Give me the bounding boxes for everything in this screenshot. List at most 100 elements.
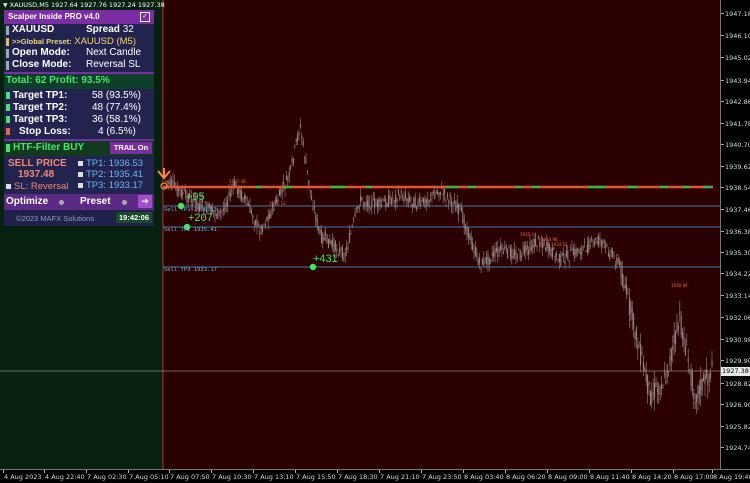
time-axis[interactable]: 4 Aug 2023 4 Aug 22:40 7 Aug 02:30 7 Aug 05… [0, 469, 750, 483]
status-square [6, 92, 10, 99]
candle-body [285, 175, 287, 180]
candle-body [372, 198, 374, 200]
price-label: 1942.86 [725, 98, 750, 106]
candle-body [327, 239, 329, 249]
candle-body [490, 260, 492, 263]
candle-body [483, 258, 485, 267]
candle-body [603, 239, 605, 244]
open-mode-row[interactable]: Open Mode: Next Candle [12, 47, 141, 58]
candle-body [438, 192, 440, 197]
panel-title-bar[interactable]: Scalper Inside PRO v4.0 ✓ [4, 10, 154, 24]
candle-body [633, 314, 635, 329]
candle-body [649, 390, 651, 405]
time-label: 7 Aug 23:50 [422, 473, 462, 481]
candle-body [239, 190, 241, 199]
candle-body [409, 196, 411, 202]
time-label: 8 Aug 11:40 [590, 473, 630, 481]
price-section: SELL PRICE 1937.48 SL: Reversal TP1: 193… [4, 156, 154, 194]
candle-body [316, 218, 318, 227]
sell-price-label: SELL PRICE [8, 158, 67, 169]
candle-body [292, 158, 294, 164]
close-mode-row[interactable]: Close Mode: Reversal SL [12, 59, 140, 70]
candle-body [486, 257, 488, 265]
candle-body [434, 194, 436, 200]
candle-body [679, 311, 681, 315]
candle-body [675, 331, 677, 345]
candle-body [404, 193, 406, 199]
candle-body [515, 251, 517, 260]
candle-body [217, 208, 219, 219]
arrow-right-icon[interactable]: ➔ [138, 195, 152, 208]
profit-label-tp2: +207 [188, 212, 213, 224]
sl-row: SL: Reversal [6, 181, 68, 192]
trail-toggle-button[interactable]: TRAIL On [110, 142, 152, 154]
target-value: 58 (93.5%) [92, 90, 141, 101]
candle-body [329, 239, 331, 244]
close-mode-label: Close Mode: [12, 59, 72, 70]
candle-body [558, 253, 560, 263]
chart-area[interactable]: ▼ XAUUSD,M5 1927.64 1927.76 1927.24 1927.… [0, 0, 720, 469]
candle-body [536, 245, 538, 247]
price-tick [721, 209, 724, 210]
candle-body [371, 200, 373, 207]
price-tick [721, 144, 724, 145]
symbol-row: XAUUSD Spread 32 [12, 24, 134, 35]
candle-body [452, 207, 454, 209]
candle-body [183, 189, 185, 191]
price-tick [721, 80, 724, 81]
candle-body [432, 191, 434, 194]
candle-body [298, 132, 300, 136]
candle-body [676, 321, 678, 333]
candle-body [339, 248, 341, 253]
candle-body [518, 249, 520, 251]
candle-body [568, 260, 570, 262]
price-tick [721, 166, 724, 167]
candle-body [591, 238, 593, 240]
candle-body [220, 212, 222, 214]
candle-body [299, 124, 301, 128]
time-label: 7 Aug 13:10 [254, 473, 294, 481]
optimize-button[interactable]: Optimize [6, 196, 48, 207]
candle-body [215, 215, 217, 217]
candle-body [368, 195, 370, 209]
status-square [6, 116, 10, 123]
price-axis[interactable]: 1947.18 1946.10 1945.02 1943.94 1942.86 1941.… [720, 0, 750, 469]
global-preset-row[interactable]: >>Global Preset: XAUUSD (M5) [12, 36, 136, 47]
candle-body [463, 219, 465, 228]
candle-body [689, 369, 691, 371]
candle-body [257, 223, 259, 225]
candle-body [390, 198, 392, 205]
candle-body [523, 245, 525, 254]
candle-body [397, 189, 399, 194]
candle-body [544, 247, 546, 250]
price-tick [721, 447, 724, 448]
candle-body [570, 250, 572, 252]
candle-body [655, 382, 657, 387]
candle-body [281, 189, 283, 193]
candle-body [628, 297, 630, 316]
candle-body [477, 259, 479, 266]
mt4-chart-window: ▼ XAUUSD,M5 1927.64 1927.76 1927.24 1927.… [0, 0, 750, 483]
tp-square [78, 172, 83, 177]
candle-body [413, 197, 415, 209]
preset-button[interactable]: Preset [80, 196, 111, 207]
panel-checkbox[interactable]: ✓ [140, 12, 150, 22]
candle-body [439, 191, 441, 195]
candle-body [572, 248, 574, 255]
candle-body [701, 379, 703, 391]
candle-body [644, 368, 646, 372]
time-label: 8 Aug 06:20 [506, 473, 546, 481]
candle-body [392, 197, 394, 199]
candle-body [708, 374, 710, 381]
candle-body [333, 243, 335, 253]
signal-tag: 1930.84 [671, 283, 688, 288]
htf-filter-text: HTF-Filter BUY [13, 142, 85, 153]
candle-body [557, 259, 559, 261]
dropdown-triangle-icon[interactable]: ▼ [3, 2, 8, 9]
tp-square [78, 183, 83, 188]
candle-body [537, 236, 539, 238]
candle-body [393, 200, 395, 202]
candle-body [687, 358, 689, 362]
stop-loss-row: Stop Loss: 4 (6.5%) [4, 126, 154, 137]
candle-body [374, 198, 376, 209]
